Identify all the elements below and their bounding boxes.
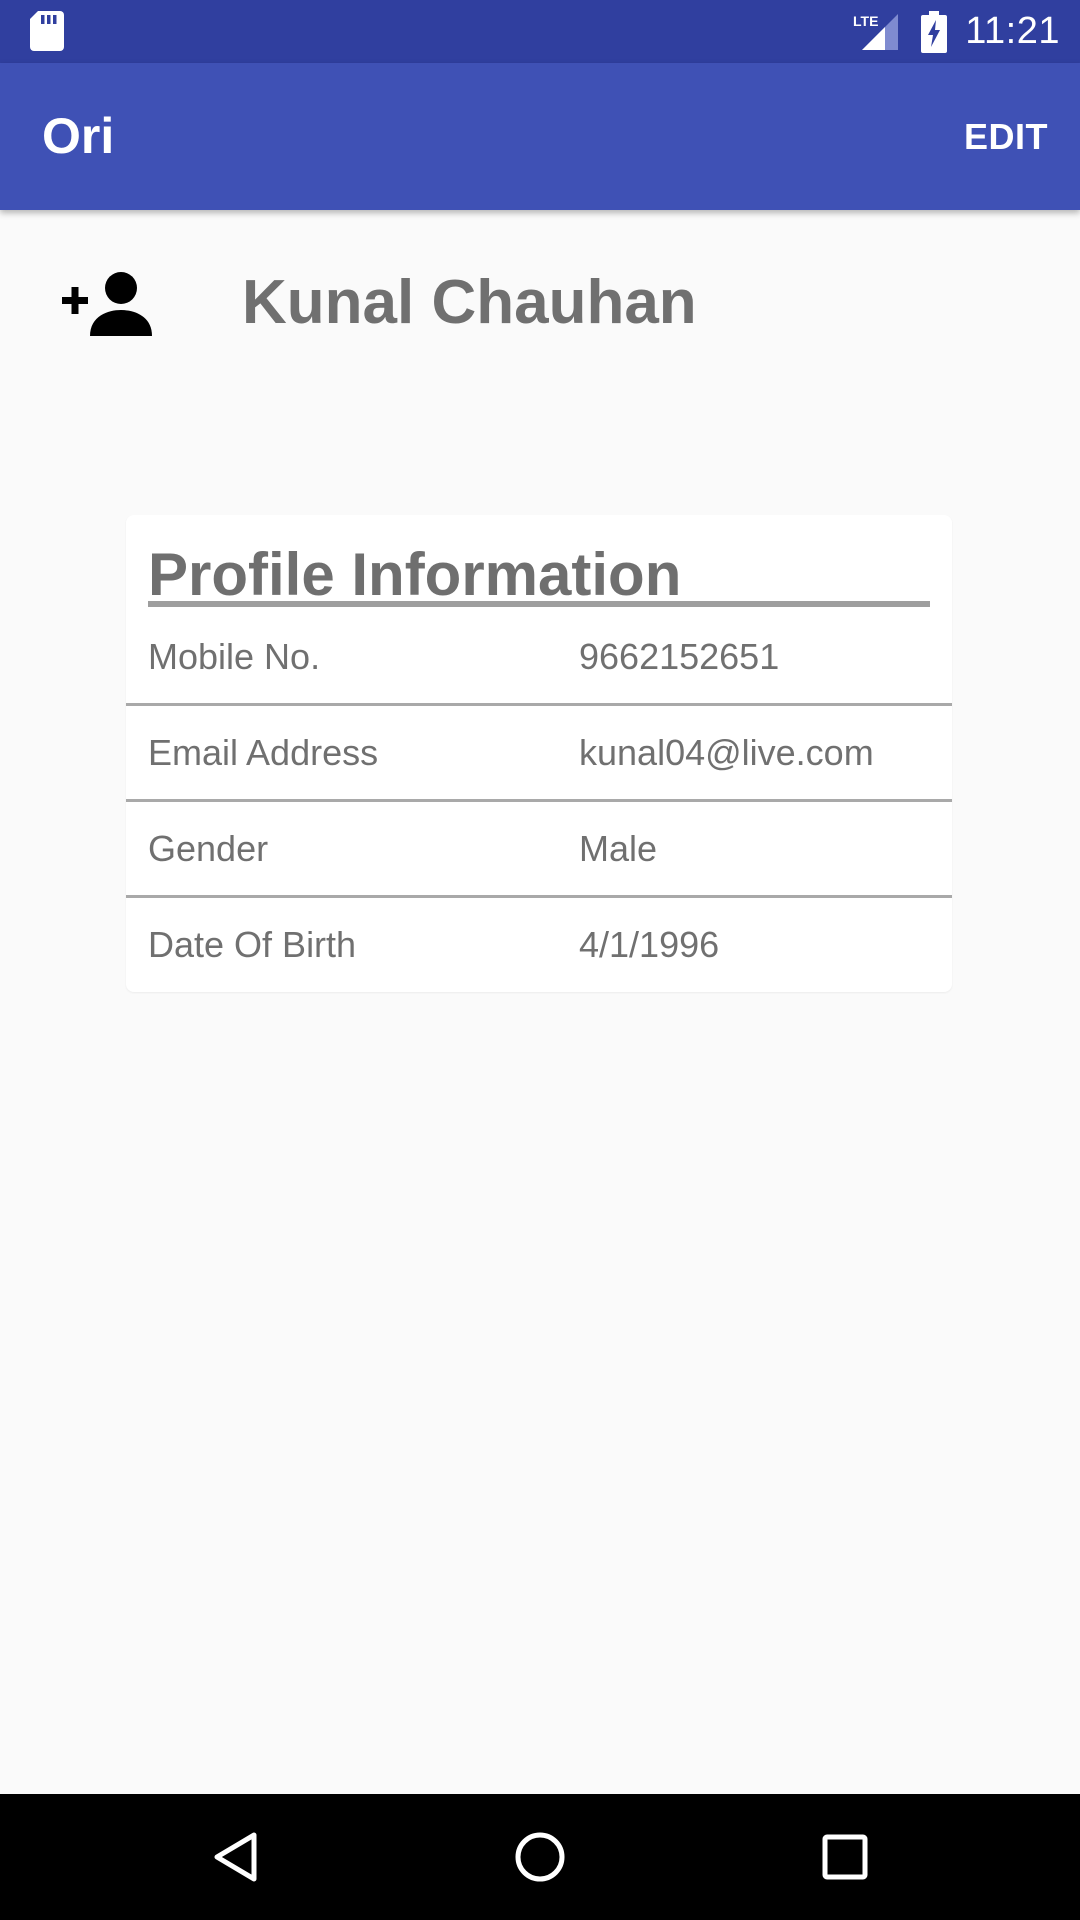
status-bar: LTE 11:21 — [0, 0, 1080, 63]
app-bar: Ori EDIT — [0, 63, 1080, 210]
info-row-email: Email Address kunal04@live.com — [126, 706, 952, 800]
info-value: Male — [579, 828, 658, 869]
profile-name: Kunal Chauhan — [242, 268, 697, 337]
battery-charging-icon — [921, 10, 948, 53]
title-underline — [148, 601, 930, 607]
signal-icon: LTE — [853, 13, 899, 50]
info-value: 9662152651 — [579, 636, 780, 677]
recents-button[interactable] — [800, 1794, 890, 1920]
info-value: 4/1/1996 — [579, 924, 720, 965]
back-button[interactable] — [190, 1794, 280, 1920]
info-value: kunal04@live.com — [579, 732, 874, 773]
home-button[interactable] — [495, 1794, 585, 1920]
status-time: 11:21 — [965, 10, 1060, 52]
profile-header: Kunal Chauhan — [62, 268, 697, 338]
info-label: Date Of Birth — [148, 924, 357, 965]
info-label: Mobile No. — [148, 636, 321, 677]
sd-card-icon — [30, 11, 64, 51]
info-label: Gender — [148, 828, 269, 869]
add-person-icon — [62, 272, 152, 336]
info-row-gender: Gender Male — [126, 802, 952, 896]
info-row-mobile: Mobile No. 9662152651 — [126, 610, 952, 704]
recents-icon — [822, 1834, 868, 1880]
info-row-dob: Date Of Birth 4/1/1996 — [126, 898, 952, 992]
network-label: LTE — [853, 13, 878, 29]
profile-info-card: Profile Information Mobile No. 966215265… — [126, 515, 952, 992]
home-icon — [515, 1832, 565, 1882]
back-icon — [214, 1832, 257, 1882]
edit-button[interactable]: EDIT — [964, 63, 1048, 210]
navigation-bar — [0, 1794, 1080, 1920]
app-title: Ori — [42, 108, 115, 164]
info-label: Email Address — [148, 732, 379, 773]
